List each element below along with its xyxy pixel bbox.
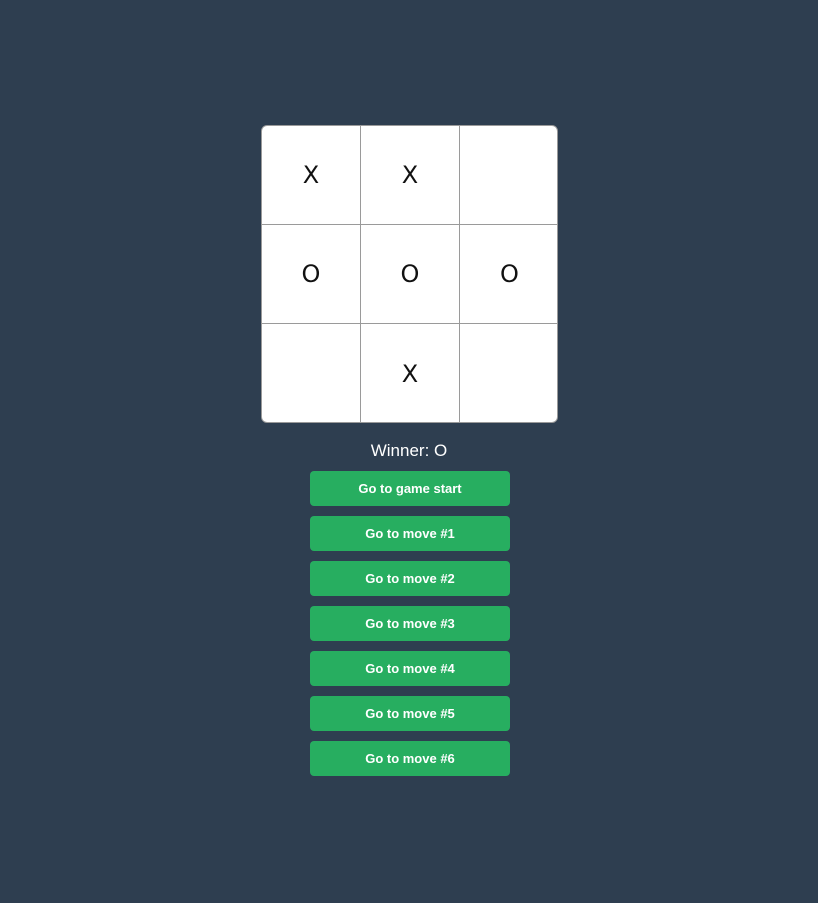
board-square-9[interactable] bbox=[460, 324, 557, 422]
move-history-item: Go to move #6 bbox=[310, 741, 510, 776]
board-square-8[interactable]: X bbox=[361, 324, 460, 422]
go-to-move-4-button[interactable]: Go to move #4 bbox=[310, 651, 510, 686]
board-square-7[interactable] bbox=[262, 324, 361, 422]
move-history-item: Go to move #2 bbox=[310, 561, 510, 596]
go-to-move-5-button[interactable]: Go to move #5 bbox=[310, 696, 510, 731]
board-square-6[interactable]: O bbox=[460, 225, 557, 324]
board-square-4[interactable]: O bbox=[262, 225, 361, 324]
move-history-item: Go to game start bbox=[310, 471, 510, 506]
move-history-item: Go to move #1 bbox=[310, 516, 510, 551]
board-square-1[interactable]: X bbox=[262, 126, 361, 225]
move-history-list: Go to game start Go to move #1 Go to mov… bbox=[310, 471, 510, 786]
go-to-move-6-button[interactable]: Go to move #6 bbox=[310, 741, 510, 776]
game-status: Winner: O bbox=[370, 441, 448, 460]
board-square-3[interactable] bbox=[460, 126, 557, 225]
board-square-5[interactable]: O bbox=[361, 225, 460, 324]
go-to-move-3-button[interactable]: Go to move #3 bbox=[310, 606, 510, 641]
go-to-game-start-button[interactable]: Go to game start bbox=[310, 471, 510, 506]
move-history-item: Go to move #3 bbox=[310, 606, 510, 641]
go-to-move-2-button[interactable]: Go to move #2 bbox=[310, 561, 510, 596]
move-history-item: Go to move #5 bbox=[310, 696, 510, 731]
go-to-move-1-button[interactable]: Go to move #1 bbox=[310, 516, 510, 551]
board-square-2[interactable]: X bbox=[361, 126, 460, 225]
move-history-item: Go to move #4 bbox=[310, 651, 510, 686]
game-board: X X O O O X bbox=[261, 125, 558, 423]
